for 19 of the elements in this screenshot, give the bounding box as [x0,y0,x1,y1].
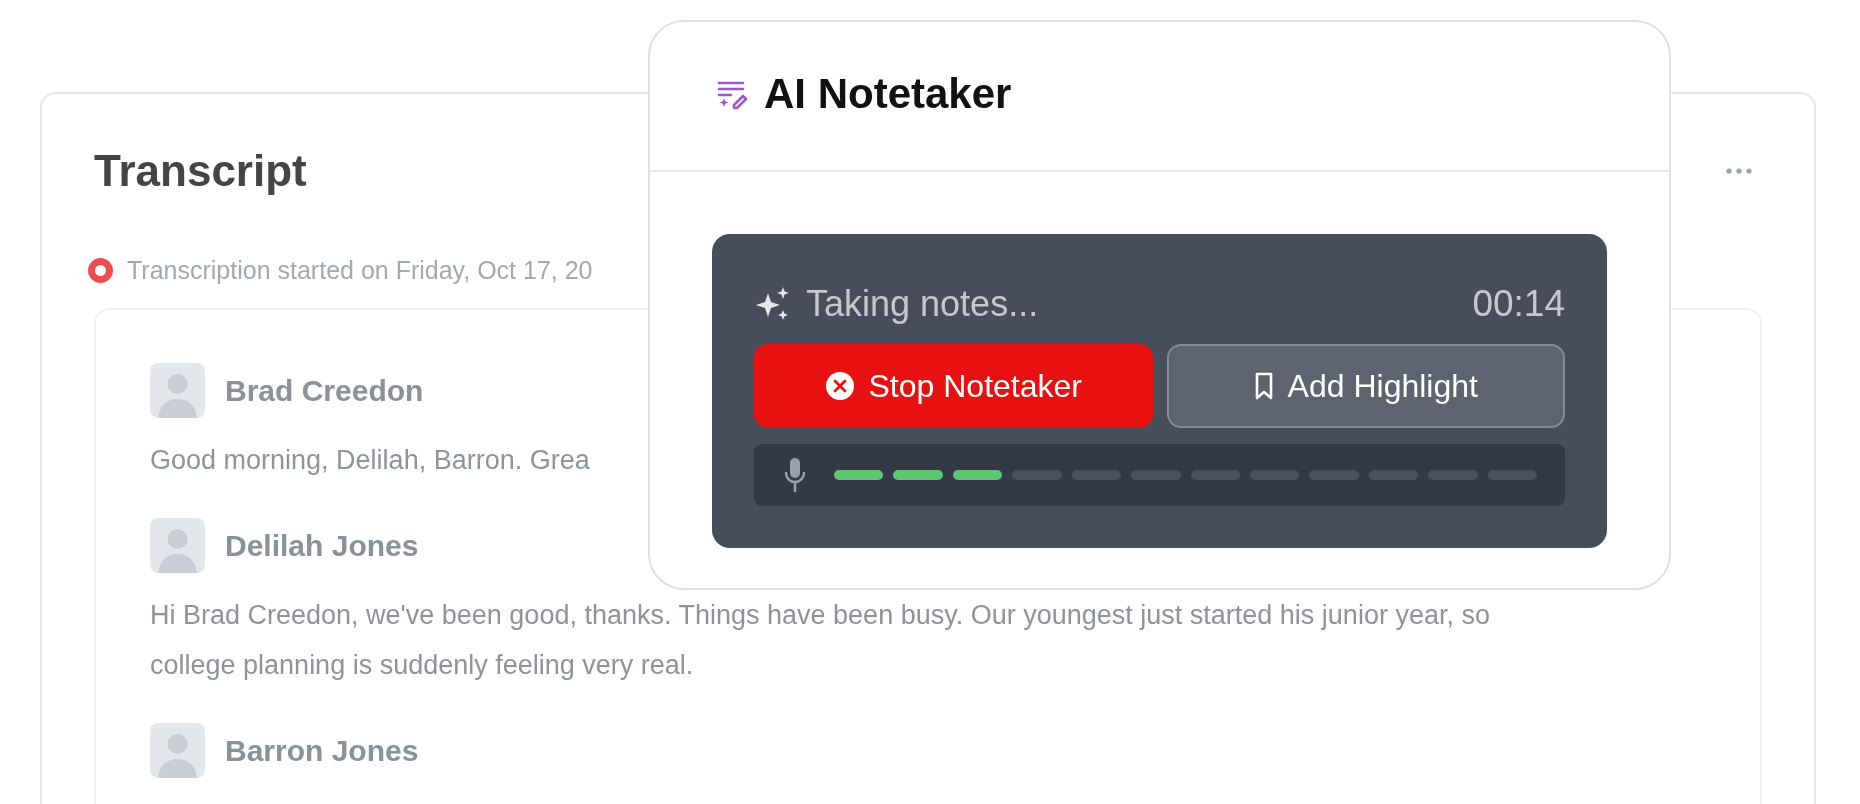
avatar-icon [150,518,205,573]
close-icon [824,371,855,401]
transcript-title: Transcript [94,146,307,196]
message-text: Good morning, Delilah, Barron. Grea [150,444,590,477]
popup-title: AI Notetaker [764,70,1012,118]
highlight-button[interactable]: Add Highlight [1166,344,1565,428]
bookmark-icon [1253,372,1274,400]
timer: 00:14 [1472,283,1565,325]
message-text: Hi Brad Creedon, we've been good, thanks. Things have been busy. Our youngest just started his junior year, so college planning is suddenly feeling very real. [150,599,1491,682]
more-icon[interactable] [1726,168,1752,174]
avatar-icon [150,723,205,778]
transcription-status: Transcription started on Friday, Oct 17, 20 [127,255,593,285]
avatar-icon [150,363,205,418]
speaker-name: Delilah Jones [225,528,419,563]
status-text: Taking notes... [806,283,1040,325]
speaker-name: Brad Creedon [225,373,424,408]
microphone-icon [784,457,806,493]
speaker-name: Barron Jones [225,733,419,768]
stop-button[interactable]: Stop Notetaker [754,344,1153,428]
